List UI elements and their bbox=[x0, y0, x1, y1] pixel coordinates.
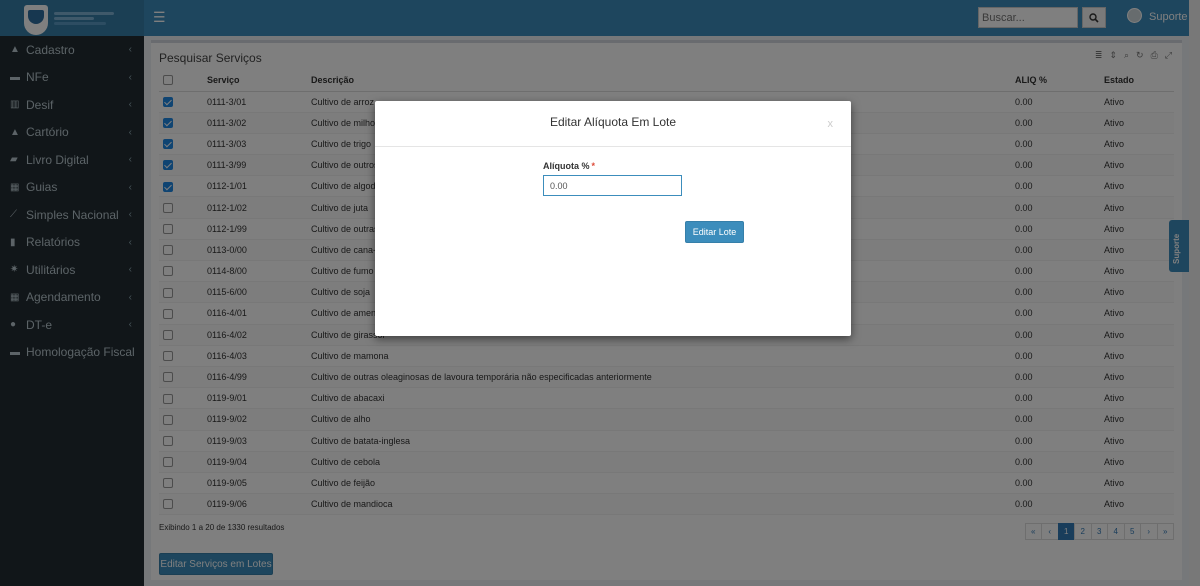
modal-title: Editar Alíquota Em Lote bbox=[549, 115, 677, 129]
rate-field-label: Alíquota % * bbox=[543, 161, 595, 171]
close-icon[interactable]: x bbox=[828, 118, 834, 130]
rate-input[interactable] bbox=[543, 175, 682, 196]
modal-header: Editar Alíquota Em Lote x bbox=[375, 101, 851, 147]
rate-label-text: Alíquota % bbox=[543, 161, 590, 171]
edit-rate-modal: Editar Alíquota Em Lote x Alíquota %* Ed… bbox=[375, 101, 851, 336]
required-marker: * bbox=[591, 161, 596, 171]
edit-batch-button[interactable]: Editar Lote bbox=[685, 221, 744, 243]
